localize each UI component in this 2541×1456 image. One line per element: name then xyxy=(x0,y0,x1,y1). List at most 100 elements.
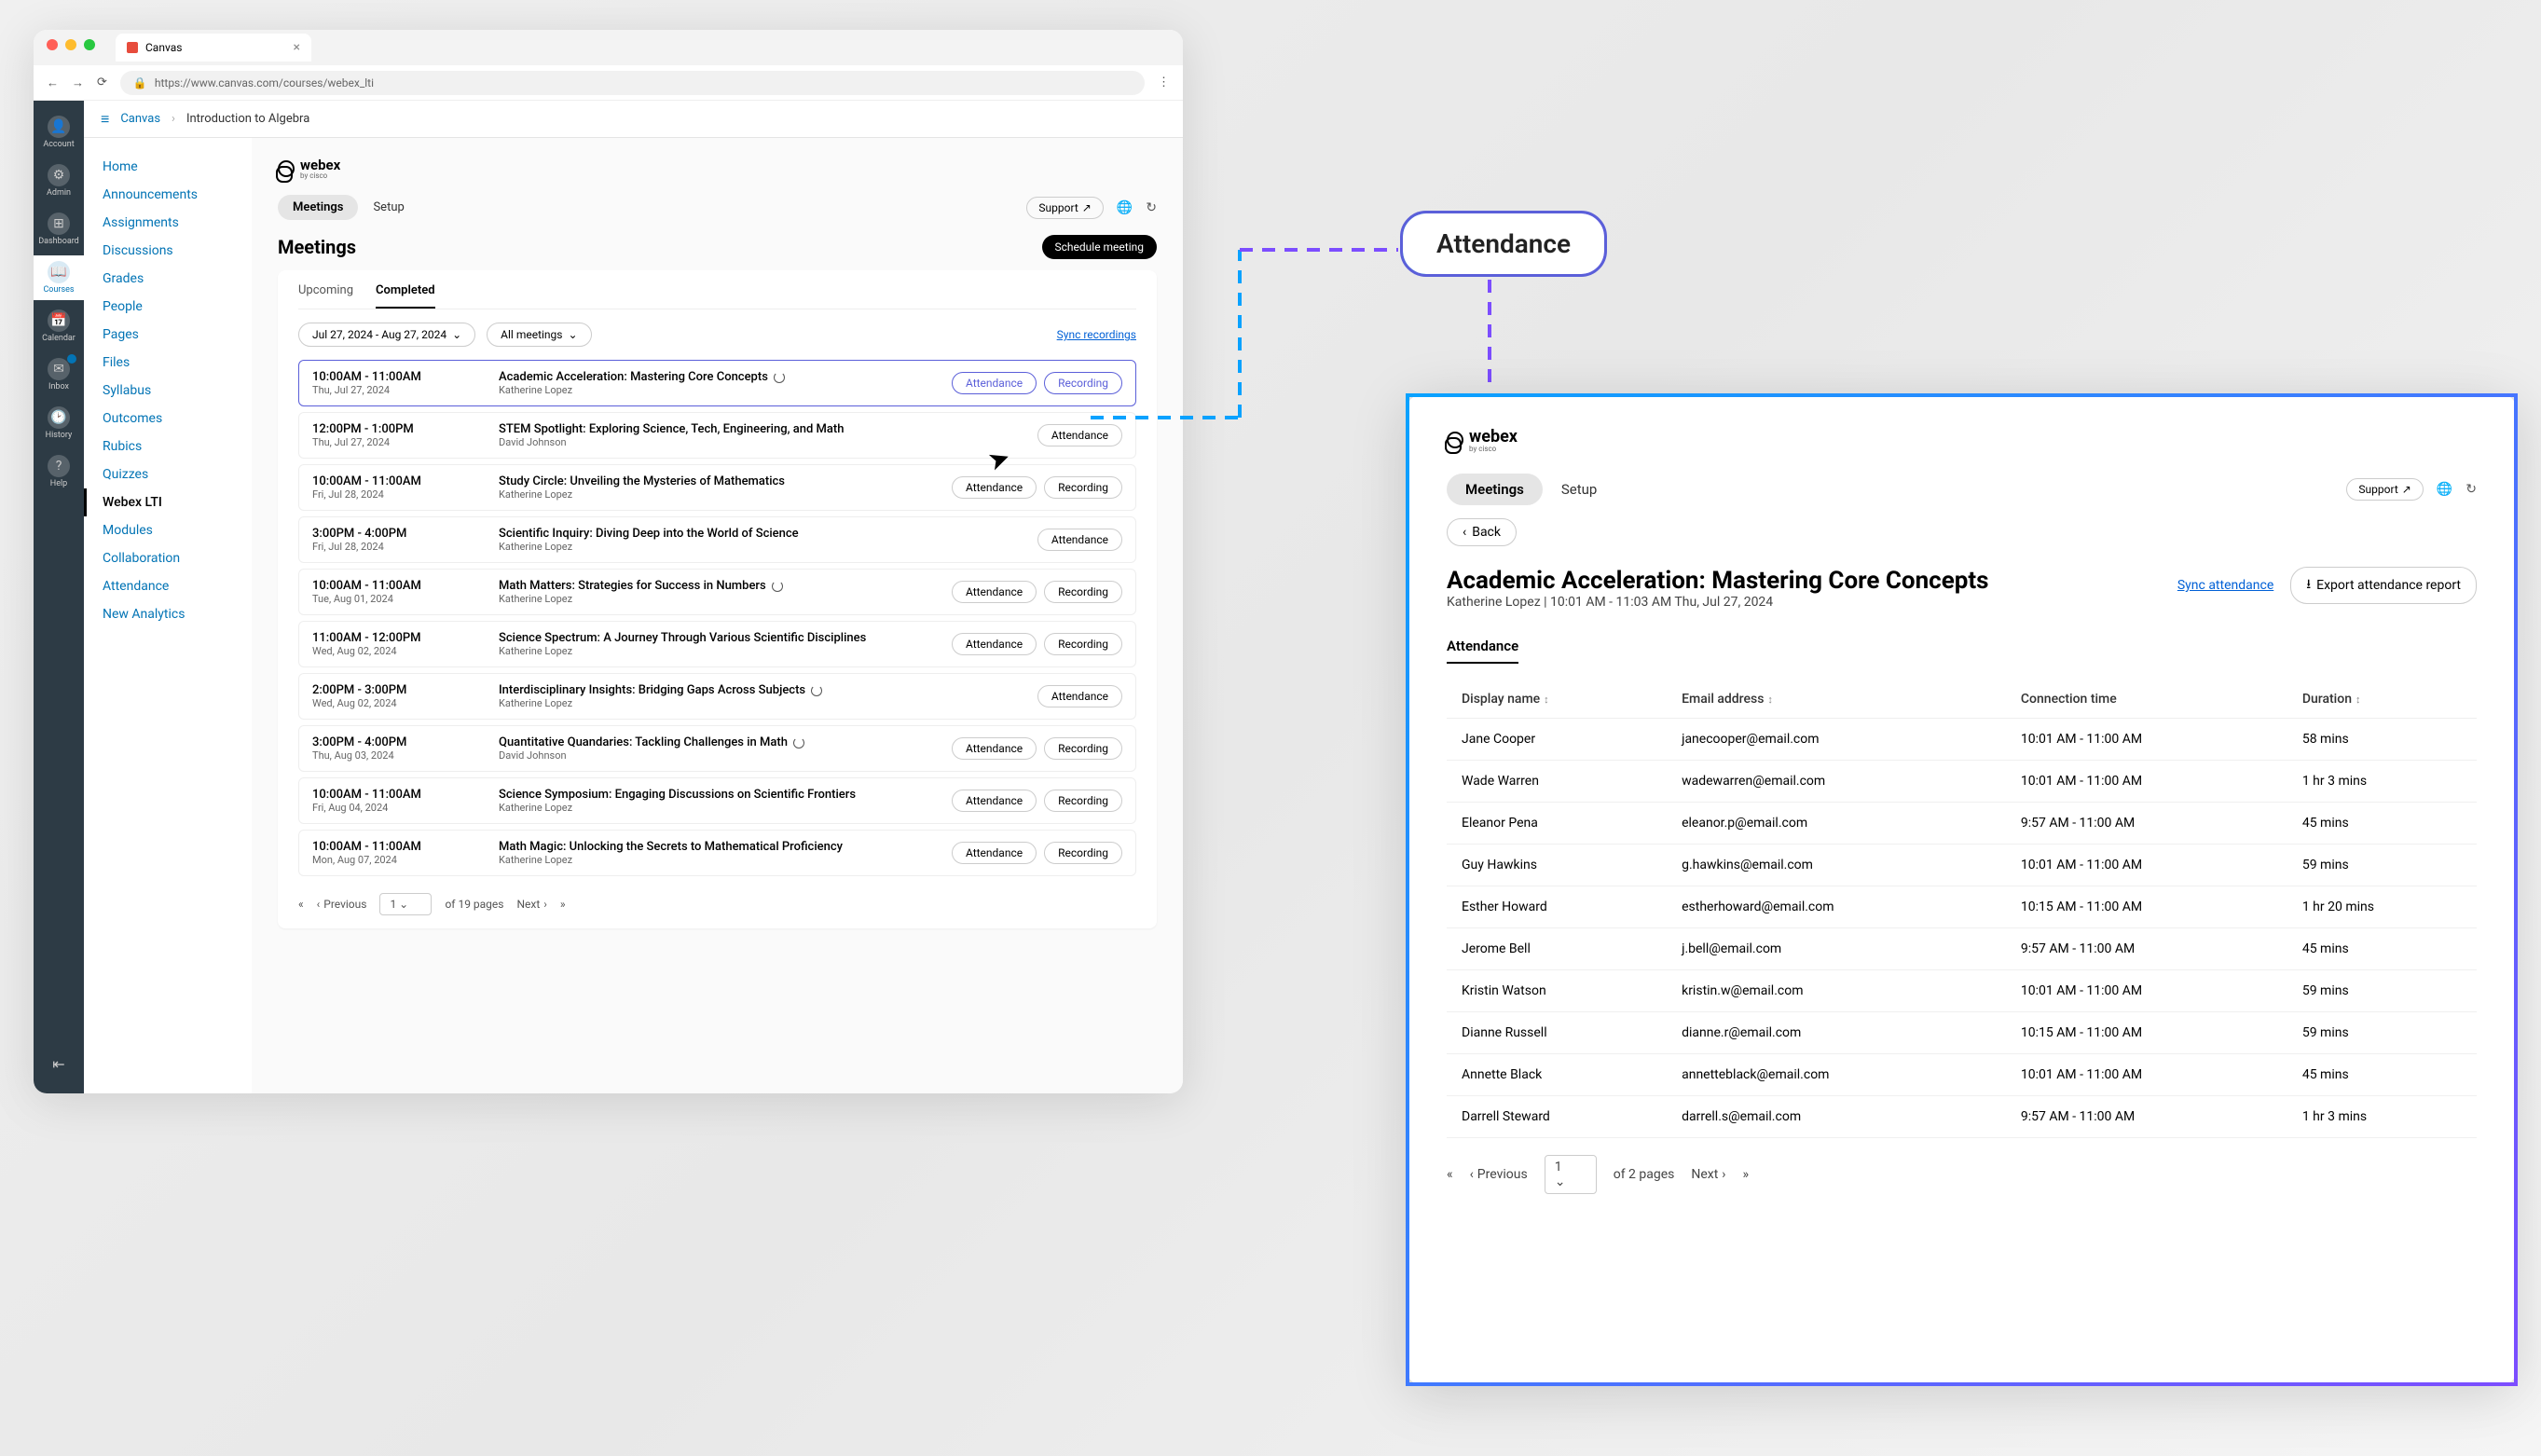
attendance-table: Display name↕ Email address↕ Connection … xyxy=(1447,680,2477,1138)
course-nav-attendance[interactable]: Attendance xyxy=(84,572,252,600)
pagination-last-icon[interactable]: » xyxy=(1743,1167,1750,1182)
meeting-host: Katherine Lopez xyxy=(499,697,1037,709)
attendance-subtab[interactable]: Attendance xyxy=(1447,638,1518,664)
attendance-button[interactable]: Attendance xyxy=(1037,529,1122,551)
schedule-meeting-button[interactable]: Schedule meeting xyxy=(1042,235,1157,259)
nav-forward-icon[interactable]: → xyxy=(72,76,84,90)
course-nav-files[interactable]: Files xyxy=(84,349,252,377)
hamburger-icon[interactable]: ≡ xyxy=(101,110,109,129)
recording-button[interactable]: Recording xyxy=(1044,842,1122,864)
tab-meetings[interactable]: Meetings xyxy=(278,195,358,220)
attendance-button[interactable]: Attendance xyxy=(1037,424,1122,446)
browser-tab[interactable]: Canvas × xyxy=(116,34,311,62)
attendance-button[interactable]: Attendance xyxy=(952,581,1037,603)
course-nav-rubics[interactable]: Rubics xyxy=(84,433,252,460)
global-nav-admin[interactable]: ⚙Admin xyxy=(34,158,84,203)
pagination-prev[interactable]: ‹ Previous xyxy=(1470,1167,1528,1182)
attendance-callout: Attendance xyxy=(1400,211,1607,277)
course-nav-assignments[interactable]: Assignments xyxy=(84,209,252,237)
course-nav-modules[interactable]: Modules xyxy=(84,516,252,544)
course-nav-pages[interactable]: Pages xyxy=(84,321,252,349)
course-nav-quizzes[interactable]: Quizzes xyxy=(84,460,252,488)
nav-back-icon[interactable]: ← xyxy=(47,76,59,90)
global-nav-dashboard[interactable]: ⊞Dashboard xyxy=(34,207,84,252)
sync-recordings-link[interactable]: Sync recordings xyxy=(1057,328,1136,341)
refresh-icon[interactable]: ↻ xyxy=(1146,200,1157,215)
attendance-button[interactable]: Attendance xyxy=(952,737,1037,760)
sort-icon: ↕ xyxy=(2356,694,2361,706)
browser-menu-icon[interactable]: ⋮ xyxy=(1158,76,1170,89)
global-nav-calendar[interactable]: 📅Calendar xyxy=(34,304,84,349)
col-connection-time[interactable]: Connection time xyxy=(2006,680,2287,719)
maximize-window-icon[interactable] xyxy=(84,39,95,50)
attendance-row: Annette Blackannetteblack@email.com10:01… xyxy=(1447,1054,2477,1096)
attendance-button[interactable]: Attendance xyxy=(952,476,1037,499)
attendance-button[interactable]: Attendance xyxy=(952,842,1037,864)
globe-icon[interactable]: 🌐 xyxy=(2437,482,2452,497)
inbox-icon: ✉ xyxy=(48,358,70,380)
url-field[interactable]: 🔒 https://www.canvas.com/courses/webex_l… xyxy=(120,71,1145,95)
recording-button[interactable]: Recording xyxy=(1044,633,1122,655)
tab-meetings[interactable]: Meetings xyxy=(1447,474,1543,505)
pagination-first-icon[interactable]: « xyxy=(298,898,304,911)
window-controls[interactable] xyxy=(47,39,95,50)
meeting-date: Mon, Aug 07, 2024 xyxy=(312,854,499,866)
meeting-type-filter[interactable]: All meetings⌄ xyxy=(487,323,591,347)
back-button[interactable]: ‹Back xyxy=(1447,518,1517,546)
meeting-title: Scientific Inquiry: Diving Deep into the… xyxy=(499,527,1037,541)
attendance-button[interactable]: Attendance xyxy=(952,790,1037,812)
pagination-page-input[interactable]: 1 ⌄ xyxy=(1545,1155,1597,1194)
course-nav-collaboration[interactable]: Collaboration xyxy=(84,544,252,572)
breadcrumb-root[interactable]: Canvas xyxy=(120,112,160,126)
col-display-name[interactable]: Display name↕ xyxy=(1447,680,1667,719)
global-nav-account[interactable]: 👤Account xyxy=(34,110,84,155)
tab-setup[interactable]: Setup xyxy=(373,200,404,214)
recording-button[interactable]: Recording xyxy=(1044,737,1122,760)
course-nav-home[interactable]: Home xyxy=(84,153,252,181)
course-nav-webex-lti[interactable]: Webex LTI xyxy=(84,488,252,516)
global-nav-history[interactable]: 🕑History xyxy=(34,401,84,446)
tab-close-icon[interactable]: × xyxy=(294,40,300,55)
course-nav-discussions[interactable]: Discussions xyxy=(84,237,252,265)
pagination-next[interactable]: Next › xyxy=(1691,1167,1725,1182)
date-range-filter[interactable]: Jul 27, 2024 - Aug 27, 2024⌄ xyxy=(298,323,475,347)
global-nav-inbox[interactable]: ✉Inbox xyxy=(34,352,84,397)
pagination-prev[interactable]: ‹ Previous xyxy=(317,898,367,911)
pagination-next[interactable]: Next › xyxy=(516,898,546,911)
col-duration[interactable]: Duration↕ xyxy=(2287,680,2477,719)
nav-reload-icon[interactable]: ⟳ xyxy=(97,76,107,89)
recording-button[interactable]: Recording xyxy=(1044,476,1122,499)
global-nav-help[interactable]: ?Help xyxy=(34,449,84,494)
sync-attendance-link[interactable]: Sync attendance xyxy=(2177,578,2273,593)
recording-button[interactable]: Recording xyxy=(1044,372,1122,394)
export-report-button[interactable]: ⭳Export attendance report xyxy=(2290,567,2477,604)
subtab-completed[interactable]: Completed xyxy=(376,283,435,309)
attendance-button[interactable]: Attendance xyxy=(1037,685,1122,707)
course-nav-outcomes[interactable]: Outcomes xyxy=(84,405,252,433)
support-button[interactable]: Support↗ xyxy=(2346,478,2423,501)
pagination-first-icon[interactable]: « xyxy=(1447,1167,1453,1182)
pagination-page-input[interactable]: 1 ⌄ xyxy=(379,893,432,915)
course-nav-people[interactable]: People xyxy=(84,293,252,321)
recording-button[interactable]: Recording xyxy=(1044,790,1122,812)
global-nav-courses[interactable]: 📖Courses xyxy=(34,255,84,300)
favicon-icon xyxy=(127,42,138,53)
close-window-icon[interactable] xyxy=(47,39,58,50)
subtab-upcoming[interactable]: Upcoming xyxy=(298,283,353,309)
attendance-button[interactable]: Attendance xyxy=(952,633,1037,655)
col-email[interactable]: Email address↕ xyxy=(1667,680,2006,719)
attendee-duration: 45 mins xyxy=(2287,1054,2477,1096)
support-button[interactable]: Support↗ xyxy=(1026,197,1103,219)
tab-setup[interactable]: Setup xyxy=(1561,481,1597,498)
course-nav-new-analytics[interactable]: New Analytics xyxy=(84,600,252,628)
recording-button[interactable]: Recording xyxy=(1044,581,1122,603)
attendance-button[interactable]: Attendance xyxy=(952,372,1037,394)
minimize-window-icon[interactable] xyxy=(65,39,76,50)
refresh-icon[interactable]: ↻ xyxy=(2465,482,2477,497)
globe-icon[interactable]: 🌐 xyxy=(1117,200,1133,215)
collapse-nav-icon[interactable]: ⇤ xyxy=(41,1044,76,1084)
course-nav-grades[interactable]: Grades xyxy=(84,265,252,293)
pagination-last-icon[interactable]: » xyxy=(560,898,566,911)
course-nav-announcements[interactable]: Announcements xyxy=(84,181,252,209)
course-nav-syllabus[interactable]: Syllabus xyxy=(84,377,252,405)
